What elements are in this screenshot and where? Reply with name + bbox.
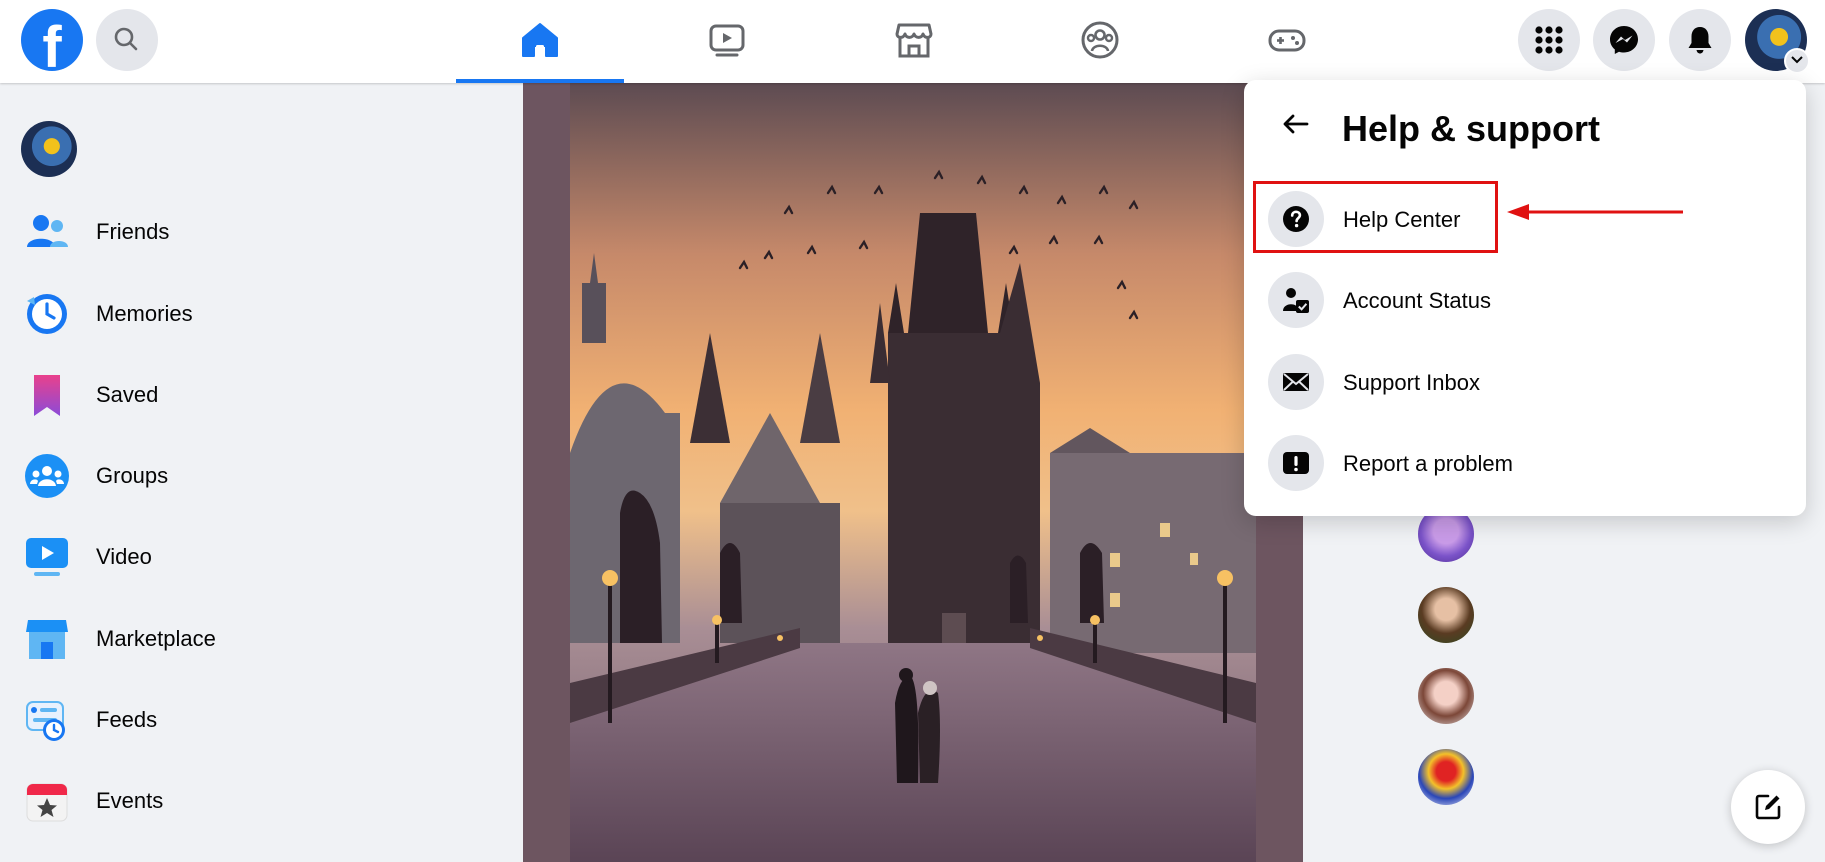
new-message-button[interactable] [1731, 770, 1805, 844]
sidebar-item-label: Feeds [96, 707, 158, 732]
home-icon [522, 23, 558, 57]
sidebar-item-video[interactable]: Video [16, 521, 506, 591]
sidebar-item-label: Saved [96, 382, 159, 407]
logo-letter: f [42, 15, 62, 80]
messenger-icon [1610, 26, 1638, 54]
help-support-panel: Help & support Help Center Account Statu… [1244, 80, 1806, 516]
account-menu-chevron[interactable] [1784, 48, 1810, 74]
contact-avatar[interactable] [1418, 587, 1474, 643]
sidebar-item-label: Friends [96, 219, 170, 244]
chevron-down-icon [1791, 56, 1803, 64]
menu-item-account-status[interactable]: Account Status [1254, 261, 1794, 339]
profile-avatar[interactable] [21, 121, 77, 177]
sidebar-item-memories[interactable]: Memories [16, 278, 506, 348]
back-arrow-icon [1283, 114, 1309, 134]
marketplace-icon [26, 620, 68, 659]
sidebar-item-marketplace[interactable]: Marketplace [16, 603, 506, 673]
tab-watch[interactable] [643, 0, 811, 83]
groups-icon [25, 454, 69, 498]
top-navigation-bar: f [0, 0, 1825, 83]
feeds-icon [26, 701, 65, 741]
left-sidebar: Friends Memories Saved Groups Video Mark… [0, 83, 522, 862]
sidebar-item-saved[interactable]: Saved [16, 359, 506, 429]
menu-item-label: Account Status [1343, 288, 1491, 313]
marketplace-icon [895, 23, 933, 58]
friends-icon [27, 215, 68, 247]
annotation-arrow [1507, 204, 1683, 220]
sidebar-item-friends[interactable]: Friends [16, 196, 506, 266]
video-icon [26, 538, 68, 576]
compose-icon [1755, 794, 1781, 820]
tab-marketplace[interactable] [830, 0, 998, 83]
charles-bridge-photo [570, 83, 1256, 862]
tab-home[interactable] [456, 0, 624, 83]
sidebar-item-label: Groups [96, 463, 169, 488]
search-icon [114, 27, 138, 51]
account-status-icon [1283, 288, 1309, 313]
bell-icon [1688, 27, 1712, 54]
menu-item-icon-wrap [1268, 354, 1324, 410]
sidebar-item-label: Events [96, 788, 164, 813]
menu-item-icon-wrap [1268, 272, 1324, 328]
panel-title: Help & support [1342, 108, 1600, 149]
tab-gaming[interactable] [1203, 0, 1371, 83]
sidebar-item-label: Memories [96, 301, 193, 326]
memories-icon [27, 294, 67, 334]
menu-item-label: Report a problem [1343, 451, 1513, 476]
messenger-button[interactable] [1593, 9, 1655, 71]
menu-button[interactable] [1518, 9, 1580, 71]
menu-item-icon-wrap [1268, 435, 1324, 491]
feed-post [523, 83, 1303, 862]
sidebar-item-groups[interactable]: Groups [16, 440, 506, 510]
post-photo[interactable] [570, 83, 1256, 862]
video-icon [709, 24, 745, 57]
menu-item-report-problem[interactable]: Report a problem [1254, 424, 1794, 502]
sidebar-item-label: Video [96, 544, 152, 569]
grid-menu-icon [1535, 26, 1563, 54]
sidebar-item-events[interactable]: Events [16, 765, 506, 835]
groups-icon [1081, 21, 1119, 59]
facebook-logo[interactable]: f [21, 9, 83, 77]
back-button[interactable] [1266, 94, 1326, 154]
menu-item-label: Support Inbox [1343, 370, 1480, 395]
sidebar-item-feeds[interactable]: Feeds [16, 684, 506, 754]
tab-groups[interactable] [1016, 0, 1184, 83]
saved-icon [34, 375, 60, 416]
envelope-icon [1283, 373, 1309, 391]
search-button[interactable] [96, 9, 158, 71]
exclamation-icon [1283, 452, 1309, 474]
sidebar-item-label: Marketplace [96, 626, 216, 651]
events-icon [26, 783, 68, 822]
notifications-button[interactable] [1669, 9, 1731, 71]
menu-item-support-inbox[interactable]: Support Inbox [1254, 343, 1794, 421]
contact-avatar[interactable] [1418, 749, 1474, 805]
highlight-box [1253, 181, 1498, 253]
contact-avatar[interactable] [1418, 668, 1474, 724]
gaming-icon [1268, 29, 1306, 52]
